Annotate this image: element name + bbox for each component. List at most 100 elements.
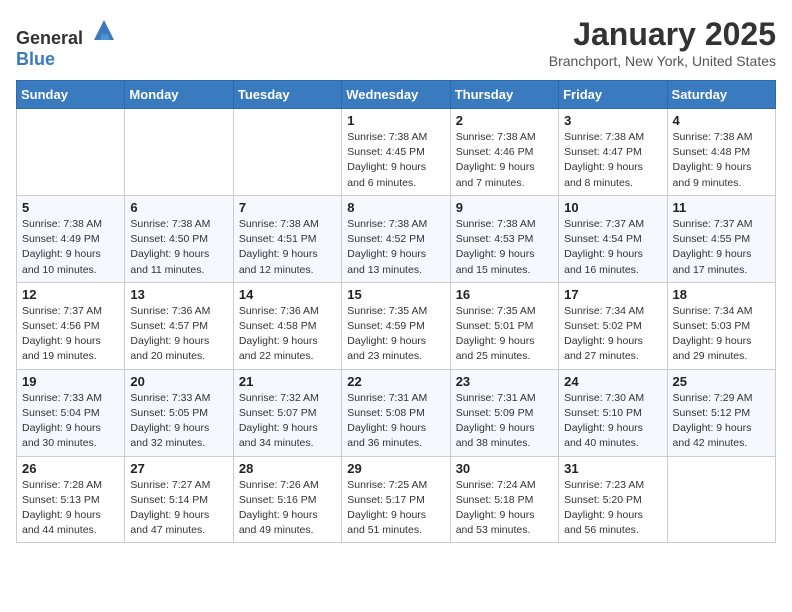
logo-text: General Blue	[16, 16, 118, 70]
day-number: 3	[564, 113, 661, 128]
day-info: Sunrise: 7:38 AMSunset: 4:52 PMDaylight:…	[347, 217, 444, 278]
day-cell: 27Sunrise: 7:27 AMSunset: 5:14 PMDayligh…	[125, 456, 233, 543]
day-cell: 21 Sunrise: 7:32 AMSunset: 5:07 PMDayligh…	[233, 369, 341, 456]
day-cell: 18 Sunrise: 7:34 AMSunset: 5:03 PMDayligh…	[667, 282, 775, 369]
day-info: Sunrise: 7:33 AMSunset: 5:05 PMDaylight:…	[130, 391, 227, 452]
week-row-4: 19 Sunrise: 7:33 AMSunset: 5:04 PMDayligh…	[17, 369, 776, 456]
day-cell: 19 Sunrise: 7:33 AMSunset: 5:04 PMDayligh…	[17, 369, 125, 456]
day-info: Sunrise: 7:34 AMSunset: 5:03 PMDaylight:…	[673, 304, 770, 365]
day-number: 26	[22, 461, 119, 476]
day-info: Sunrise: 7:23 AMSunset: 5:20 PMDaylight:…	[564, 478, 661, 539]
day-number: 18	[673, 287, 770, 302]
day-number: 25	[673, 374, 770, 389]
day-info: Sunrise: 7:30 AMSunset: 5:10 PMDaylight:…	[564, 391, 661, 452]
day-number: 14	[239, 287, 336, 302]
day-info: Sunrise: 7:37 AMSunset: 4:55 PMDaylight:…	[673, 217, 770, 278]
day-number: 19	[22, 374, 119, 389]
day-cell	[125, 109, 233, 196]
weekday-header-saturday: Saturday	[667, 81, 775, 109]
day-number: 5	[22, 200, 119, 215]
day-number: 4	[673, 113, 770, 128]
day-info: Sunrise: 7:24 AMSunset: 5:18 PMDaylight:…	[456, 478, 553, 539]
day-number: 24	[564, 374, 661, 389]
day-number: 2	[456, 113, 553, 128]
week-row-3: 12 Sunrise: 7:37 AMSunset: 4:56 PMDayligh…	[17, 282, 776, 369]
day-info: Sunrise: 7:35 AMSunset: 5:01 PMDaylight:…	[456, 304, 553, 365]
calendar-table: SundayMondayTuesdayWednesdayThursdayFrid…	[16, 80, 776, 543]
day-info: Sunrise: 7:38 AMSunset: 4:47 PMDaylight:…	[564, 130, 661, 191]
day-cell: 1 Sunrise: 7:38 AMSunset: 4:45 PMDaylight…	[342, 109, 450, 196]
day-info: Sunrise: 7:38 AMSunset: 4:46 PMDaylight:…	[456, 130, 553, 191]
day-number: 23	[456, 374, 553, 389]
day-cell: 8 Sunrise: 7:38 AMSunset: 4:52 PMDaylight…	[342, 195, 450, 282]
day-number: 30	[456, 461, 553, 476]
day-cell: 12 Sunrise: 7:37 AMSunset: 4:56 PMDayligh…	[17, 282, 125, 369]
day-info: Sunrise: 7:38 AMSunset: 4:49 PMDaylight:…	[22, 217, 119, 278]
weekday-header-friday: Friday	[559, 81, 667, 109]
day-number: 7	[239, 200, 336, 215]
day-info: Sunrise: 7:38 AMSunset: 4:53 PMDaylight:…	[456, 217, 553, 278]
weekday-header-thursday: Thursday	[450, 81, 558, 109]
day-cell	[17, 109, 125, 196]
day-number: 17	[564, 287, 661, 302]
day-cell: 23 Sunrise: 7:31 AMSunset: 5:09 PMDayligh…	[450, 369, 558, 456]
day-info: Sunrise: 7:32 AMSunset: 5:07 PMDaylight:…	[239, 391, 336, 452]
day-number: 1	[347, 113, 444, 128]
week-row-2: 5 Sunrise: 7:38 AMSunset: 4:49 PMDaylight…	[17, 195, 776, 282]
calendar-subtitle: Branchport, New York, United States	[549, 53, 776, 69]
day-cell	[667, 456, 775, 543]
day-cell: 5 Sunrise: 7:38 AMSunset: 4:49 PMDaylight…	[17, 195, 125, 282]
day-info: Sunrise: 7:25 AMSunset: 5:17 PMDaylight:…	[347, 478, 444, 539]
day-number: 15	[347, 287, 444, 302]
day-cell: 29Sunrise: 7:25 AMSunset: 5:17 PMDayligh…	[342, 456, 450, 543]
day-number: 22	[347, 374, 444, 389]
day-number: 28	[239, 461, 336, 476]
day-info: Sunrise: 7:26 AMSunset: 5:16 PMDaylight:…	[239, 478, 336, 539]
day-cell: 31 Sunrise: 7:23 AMSunset: 5:20 PMDayligh…	[559, 456, 667, 543]
day-cell: 4 Sunrise: 7:38 AMSunset: 4:48 PMDaylight…	[667, 109, 775, 196]
day-cell: 9Sunrise: 7:38 AMSunset: 4:53 PMDaylight…	[450, 195, 558, 282]
calendar-title: January 2025	[549, 16, 776, 53]
day-cell: 11Sunrise: 7:37 AMSunset: 4:55 PMDayligh…	[667, 195, 775, 282]
day-cell: 7 Sunrise: 7:38 AMSunset: 4:51 PMDaylight…	[233, 195, 341, 282]
day-cell: 28 Sunrise: 7:26 AMSunset: 5:16 PMDayligh…	[233, 456, 341, 543]
day-info: Sunrise: 7:29 AMSunset: 5:12 PMDaylight:…	[673, 391, 770, 452]
day-number: 10	[564, 200, 661, 215]
day-number: 20	[130, 374, 227, 389]
day-info: Sunrise: 7:33 AMSunset: 5:04 PMDaylight:…	[22, 391, 119, 452]
day-number: 21	[239, 374, 336, 389]
week-row-1: 1 Sunrise: 7:38 AMSunset: 4:45 PMDaylight…	[17, 109, 776, 196]
day-info: Sunrise: 7:34 AMSunset: 5:02 PMDaylight:…	[564, 304, 661, 365]
day-info: Sunrise: 7:35 AMSunset: 4:59 PMDaylight:…	[347, 304, 444, 365]
day-cell: 17 Sunrise: 7:34 AMSunset: 5:02 PMDayligh…	[559, 282, 667, 369]
day-info: Sunrise: 7:37 AMSunset: 4:54 PMDaylight:…	[564, 217, 661, 278]
day-number: 31	[564, 461, 661, 476]
day-info: Sunrise: 7:28 AMSunset: 5:13 PMDaylight:…	[22, 478, 119, 539]
day-number: 13	[130, 287, 227, 302]
day-cell: 20 Sunrise: 7:33 AMSunset: 5:05 PMDayligh…	[125, 369, 233, 456]
logo-general: General	[16, 28, 83, 48]
day-cell: 3 Sunrise: 7:38 AMSunset: 4:47 PMDaylight…	[559, 109, 667, 196]
title-block: January 2025 Branchport, New York, Unite…	[549, 16, 776, 69]
page-header: General Blue January 2025 Branchport, Ne…	[16, 16, 776, 70]
day-info: Sunrise: 7:38 AMSunset: 4:51 PMDaylight:…	[239, 217, 336, 278]
day-info: Sunrise: 7:38 AMSunset: 4:45 PMDaylight:…	[347, 130, 444, 191]
day-cell: 15 Sunrise: 7:35 AMSunset: 4:59 PMDayligh…	[342, 282, 450, 369]
weekday-header-tuesday: Tuesday	[233, 81, 341, 109]
day-info: Sunrise: 7:31 AMSunset: 5:08 PMDaylight:…	[347, 391, 444, 452]
logo-icon	[90, 16, 118, 44]
weekday-header-monday: Monday	[125, 81, 233, 109]
day-number: 27	[130, 461, 227, 476]
day-cell: 30 Sunrise: 7:24 AMSunset: 5:18 PMDayligh…	[450, 456, 558, 543]
logo-blue: Blue	[16, 49, 55, 69]
day-info: Sunrise: 7:31 AMSunset: 5:09 PMDaylight:…	[456, 391, 553, 452]
day-cell: 16Sunrise: 7:35 AMSunset: 5:01 PMDayligh…	[450, 282, 558, 369]
week-row-5: 26 Sunrise: 7:28 AMSunset: 5:13 PMDayligh…	[17, 456, 776, 543]
day-cell: 2 Sunrise: 7:38 AMSunset: 4:46 PMDaylight…	[450, 109, 558, 196]
day-number: 8	[347, 200, 444, 215]
day-info: Sunrise: 7:36 AMSunset: 4:58 PMDaylight:…	[239, 304, 336, 365]
day-info: Sunrise: 7:38 AMSunset: 4:48 PMDaylight:…	[673, 130, 770, 191]
day-info: Sunrise: 7:38 AMSunset: 4:50 PMDaylight:…	[130, 217, 227, 278]
day-number: 12	[22, 287, 119, 302]
day-info: Sunrise: 7:37 AMSunset: 4:56 PMDaylight:…	[22, 304, 119, 365]
